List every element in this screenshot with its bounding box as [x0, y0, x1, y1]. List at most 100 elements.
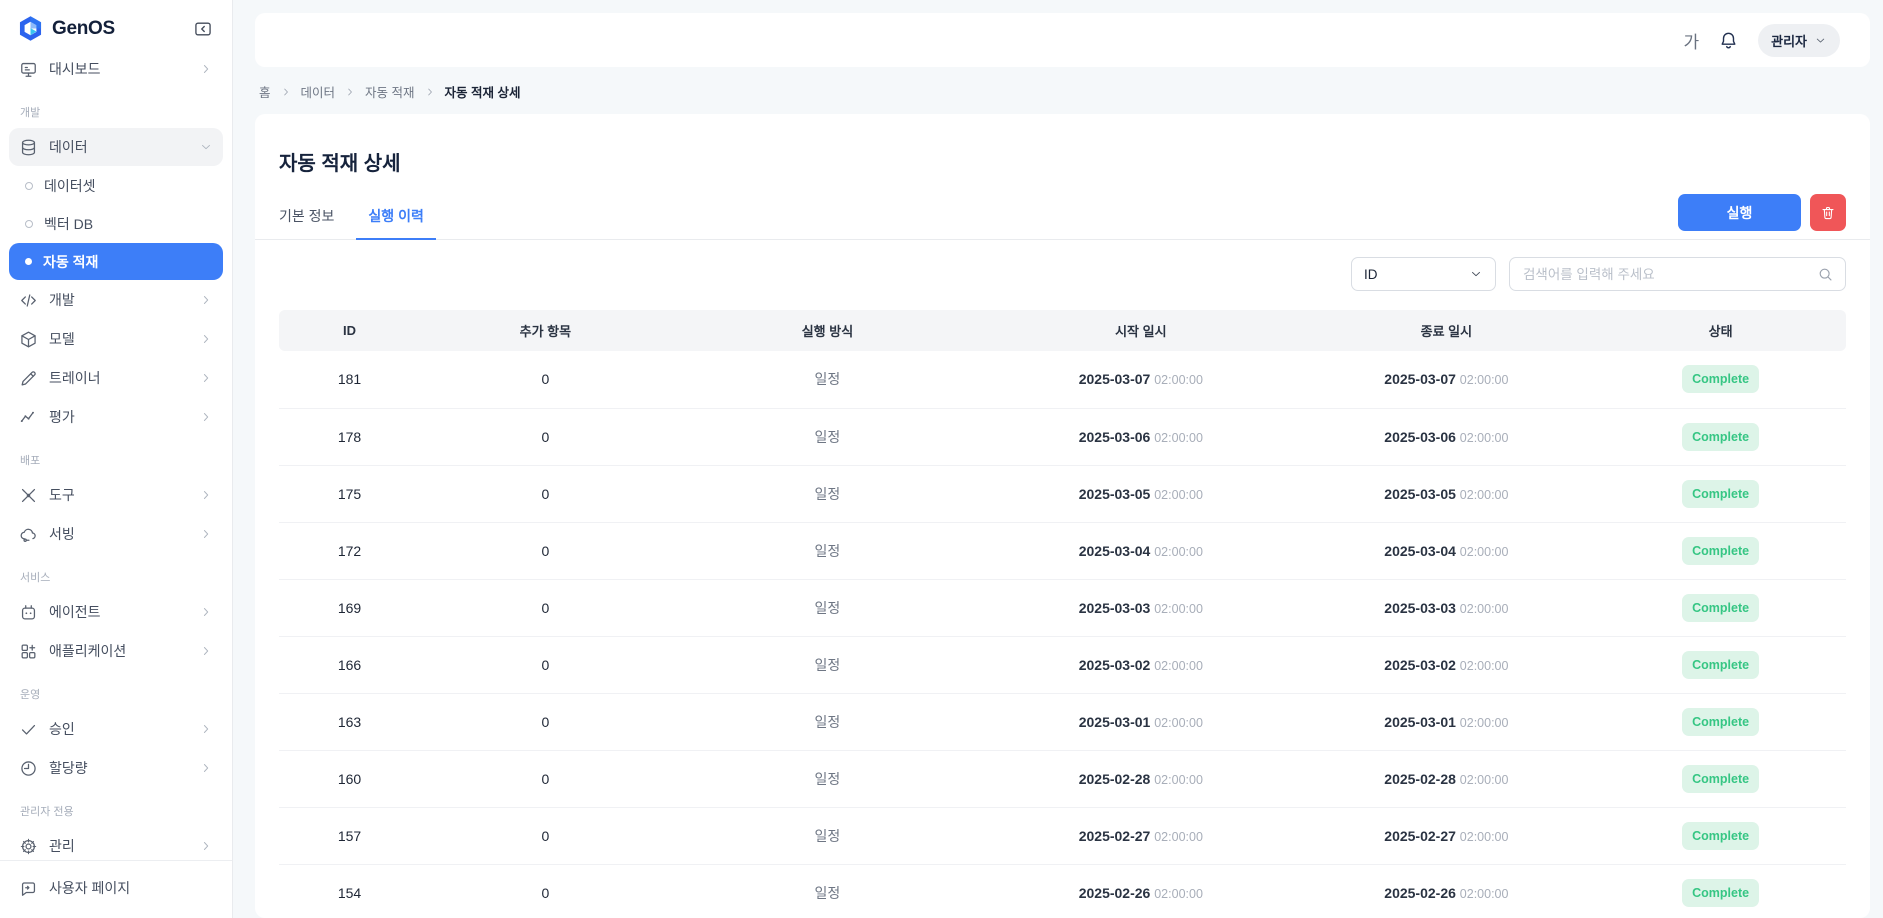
- cube-icon: [19, 330, 38, 349]
- database-icon: [19, 138, 38, 157]
- tabs: 기본 정보 실행 이력: [255, 193, 1870, 240]
- cell-end-datetime: 2025-02-27 02:00:00: [1298, 807, 1596, 864]
- search-input[interactable]: [1521, 266, 1809, 283]
- breadcrumb-current: 자동 적재 상세: [445, 82, 521, 101]
- status-badge: Complete: [1682, 594, 1759, 622]
- cell-end-datetime: 2025-03-05 02:00:00: [1298, 465, 1596, 522]
- sidebar-item-management[interactable]: 관리: [9, 827, 223, 860]
- brand-name: GenOS: [52, 18, 115, 40]
- cell-id: 175: [279, 465, 420, 522]
- table-row[interactable]: 1750일정2025-03-05 02:00:002025-03-05 02:0…: [279, 465, 1846, 522]
- sidebar-subitem-auto-load[interactable]: 자동 적재: [9, 243, 223, 280]
- table-row[interactable]: 1600일정2025-02-28 02:00:002025-02-28 02:0…: [279, 750, 1846, 807]
- cell-added-items: 0: [420, 579, 671, 636]
- cell-status: Complete: [1595, 465, 1846, 522]
- sidebar-item-quota[interactable]: 할당량: [9, 749, 223, 787]
- table-row[interactable]: 1540일정2025-02-26 02:00:002025-02-26 02:0…: [279, 864, 1846, 918]
- breadcrumb-data[interactable]: 데이터: [301, 82, 336, 101]
- sidebar-subitem-vector-db[interactable]: 벡터 DB: [9, 205, 223, 242]
- chevron-down-icon: [1814, 34, 1827, 47]
- cell-status: Complete: [1595, 579, 1846, 636]
- profile-label: 관리자: [1771, 31, 1807, 50]
- tab-execution-history[interactable]: 실행 이력: [356, 193, 435, 240]
- sidebar-item-label: 도구: [49, 485, 75, 505]
- cell-end-datetime: 2025-03-04 02:00:00: [1298, 522, 1596, 579]
- collapse-sidebar-icon[interactable]: [193, 19, 213, 39]
- sidebar-subitem-label: 자동 적재: [43, 252, 98, 272]
- sidebar-item-application[interactable]: 애플리케이션: [9, 632, 223, 670]
- status-badge: Complete: [1682, 537, 1759, 565]
- font-size-button[interactable]: 가: [1683, 28, 1699, 53]
- cell-added-items: 0: [420, 864, 671, 918]
- cell-end-datetime: 2025-02-26 02:00:00: [1298, 864, 1596, 918]
- cell-end-datetime: 2025-03-07 02:00:00: [1298, 351, 1596, 408]
- search-icon[interactable]: [1817, 266, 1834, 283]
- chevron-right-icon: [199, 293, 213, 307]
- cell-added-items: 0: [420, 807, 671, 864]
- chevron-right-icon: [199, 488, 213, 502]
- sidebar-item-user-page[interactable]: 사용자 페이지: [9, 869, 223, 907]
- code-icon: [19, 291, 38, 310]
- sidebar-item-serving[interactable]: 서빙: [9, 515, 223, 553]
- sidebar-item-data[interactable]: 데이터: [9, 128, 223, 166]
- tab-basic-info[interactable]: 기본 정보: [267, 193, 346, 240]
- breadcrumb-auto-load[interactable]: 자동 적재: [365, 82, 414, 101]
- breadcrumb: 홈 데이터 자동 적재 자동 적재 상세: [255, 67, 1870, 114]
- sidebar: GenOS 대시보드 개발 데이터 데이터셋 벡터 DB 자동 적재: [0, 0, 233, 918]
- sidebar-item-label: 트레이너: [49, 368, 101, 388]
- table-row[interactable]: 1690일정2025-03-03 02:00:002025-03-03 02:0…: [279, 579, 1846, 636]
- genos-logo[interactable]: GenOS: [17, 15, 115, 42]
- sidebar-item-trainer[interactable]: 트레이너: [9, 359, 223, 397]
- chevron-right-icon: [344, 86, 356, 98]
- cell-end-datetime: 2025-03-06 02:00:00: [1298, 408, 1596, 465]
- table-row[interactable]: 1570일정2025-02-27 02:00:002025-02-27 02:0…: [279, 807, 1846, 864]
- clock-icon: [19, 759, 38, 778]
- chevron-right-icon: [199, 332, 213, 346]
- bell-icon[interactable]: [1718, 30, 1739, 51]
- cell-method: 일정: [671, 693, 984, 750]
- table-row[interactable]: 1780일정2025-03-06 02:00:002025-03-06 02:0…: [279, 408, 1846, 465]
- sidebar-item-dashboard[interactable]: 대시보드: [9, 50, 223, 88]
- cell-id: 166: [279, 636, 420, 693]
- cell-end-datetime: 2025-03-03 02:00:00: [1298, 579, 1596, 636]
- cell-status: Complete: [1595, 636, 1846, 693]
- profile-dropdown[interactable]: 관리자: [1758, 24, 1840, 57]
- cell-method: 일정: [671, 750, 984, 807]
- cell-added-items: 0: [420, 408, 671, 465]
- pencil-icon: [19, 369, 38, 388]
- sidebar-item-label: 승인: [49, 719, 75, 739]
- cell-start-datetime: 2025-02-26 02:00:00: [984, 864, 1297, 918]
- chevron-right-icon: [199, 605, 213, 619]
- cell-id: 163: [279, 693, 420, 750]
- cell-start-datetime: 2025-03-06 02:00:00: [984, 408, 1297, 465]
- execution-table-body: 1810일정2025-03-07 02:00:002025-03-07 02:0…: [279, 351, 1846, 918]
- breadcrumb-home[interactable]: 홈: [259, 82, 271, 101]
- genos-logo-icon: [17, 15, 44, 42]
- apps-icon: [19, 642, 38, 661]
- delete-button[interactable]: [1810, 194, 1846, 231]
- sidebar-item-develop[interactable]: 개발: [9, 281, 223, 319]
- sidebar-item-approval[interactable]: 승인: [9, 710, 223, 748]
- sidebar-subitem-dataset[interactable]: 데이터셋: [9, 167, 223, 204]
- sidebar-footer: 사용자 페이지: [0, 860, 232, 918]
- cell-method: 일정: [671, 807, 984, 864]
- table-row[interactable]: 1660일정2025-03-02 02:00:002025-03-02 02:0…: [279, 636, 1846, 693]
- cell-added-items: 0: [420, 636, 671, 693]
- table-row[interactable]: 1630일정2025-03-01 02:00:002025-03-01 02:0…: [279, 693, 1846, 750]
- sidebar-item-tools[interactable]: 도구: [9, 476, 223, 514]
- cell-status: Complete: [1595, 351, 1846, 408]
- table-row[interactable]: 1810일정2025-03-07 02:00:002025-03-07 02:0…: [279, 351, 1846, 408]
- sidebar-item-agent[interactable]: 에이전트: [9, 593, 223, 631]
- column-header-status: 상태: [1595, 310, 1846, 351]
- sidebar-item-model[interactable]: 모델: [9, 320, 223, 358]
- run-button[interactable]: 실행: [1678, 194, 1801, 231]
- search-field-select[interactable]: ID: [1351, 257, 1496, 291]
- column-header-added: 추가 항목: [420, 310, 671, 351]
- chevron-right-icon: [280, 86, 292, 98]
- sidebar-item-evaluation[interactable]: 평가: [9, 398, 223, 436]
- status-badge: Complete: [1682, 423, 1759, 451]
- table-row[interactable]: 1720일정2025-03-04 02:00:002025-03-04 02:0…: [279, 522, 1846, 579]
- chevron-right-icon: [199, 62, 213, 76]
- section-label-dev: 개발: [9, 89, 223, 128]
- chevron-down-icon: [199, 140, 213, 154]
